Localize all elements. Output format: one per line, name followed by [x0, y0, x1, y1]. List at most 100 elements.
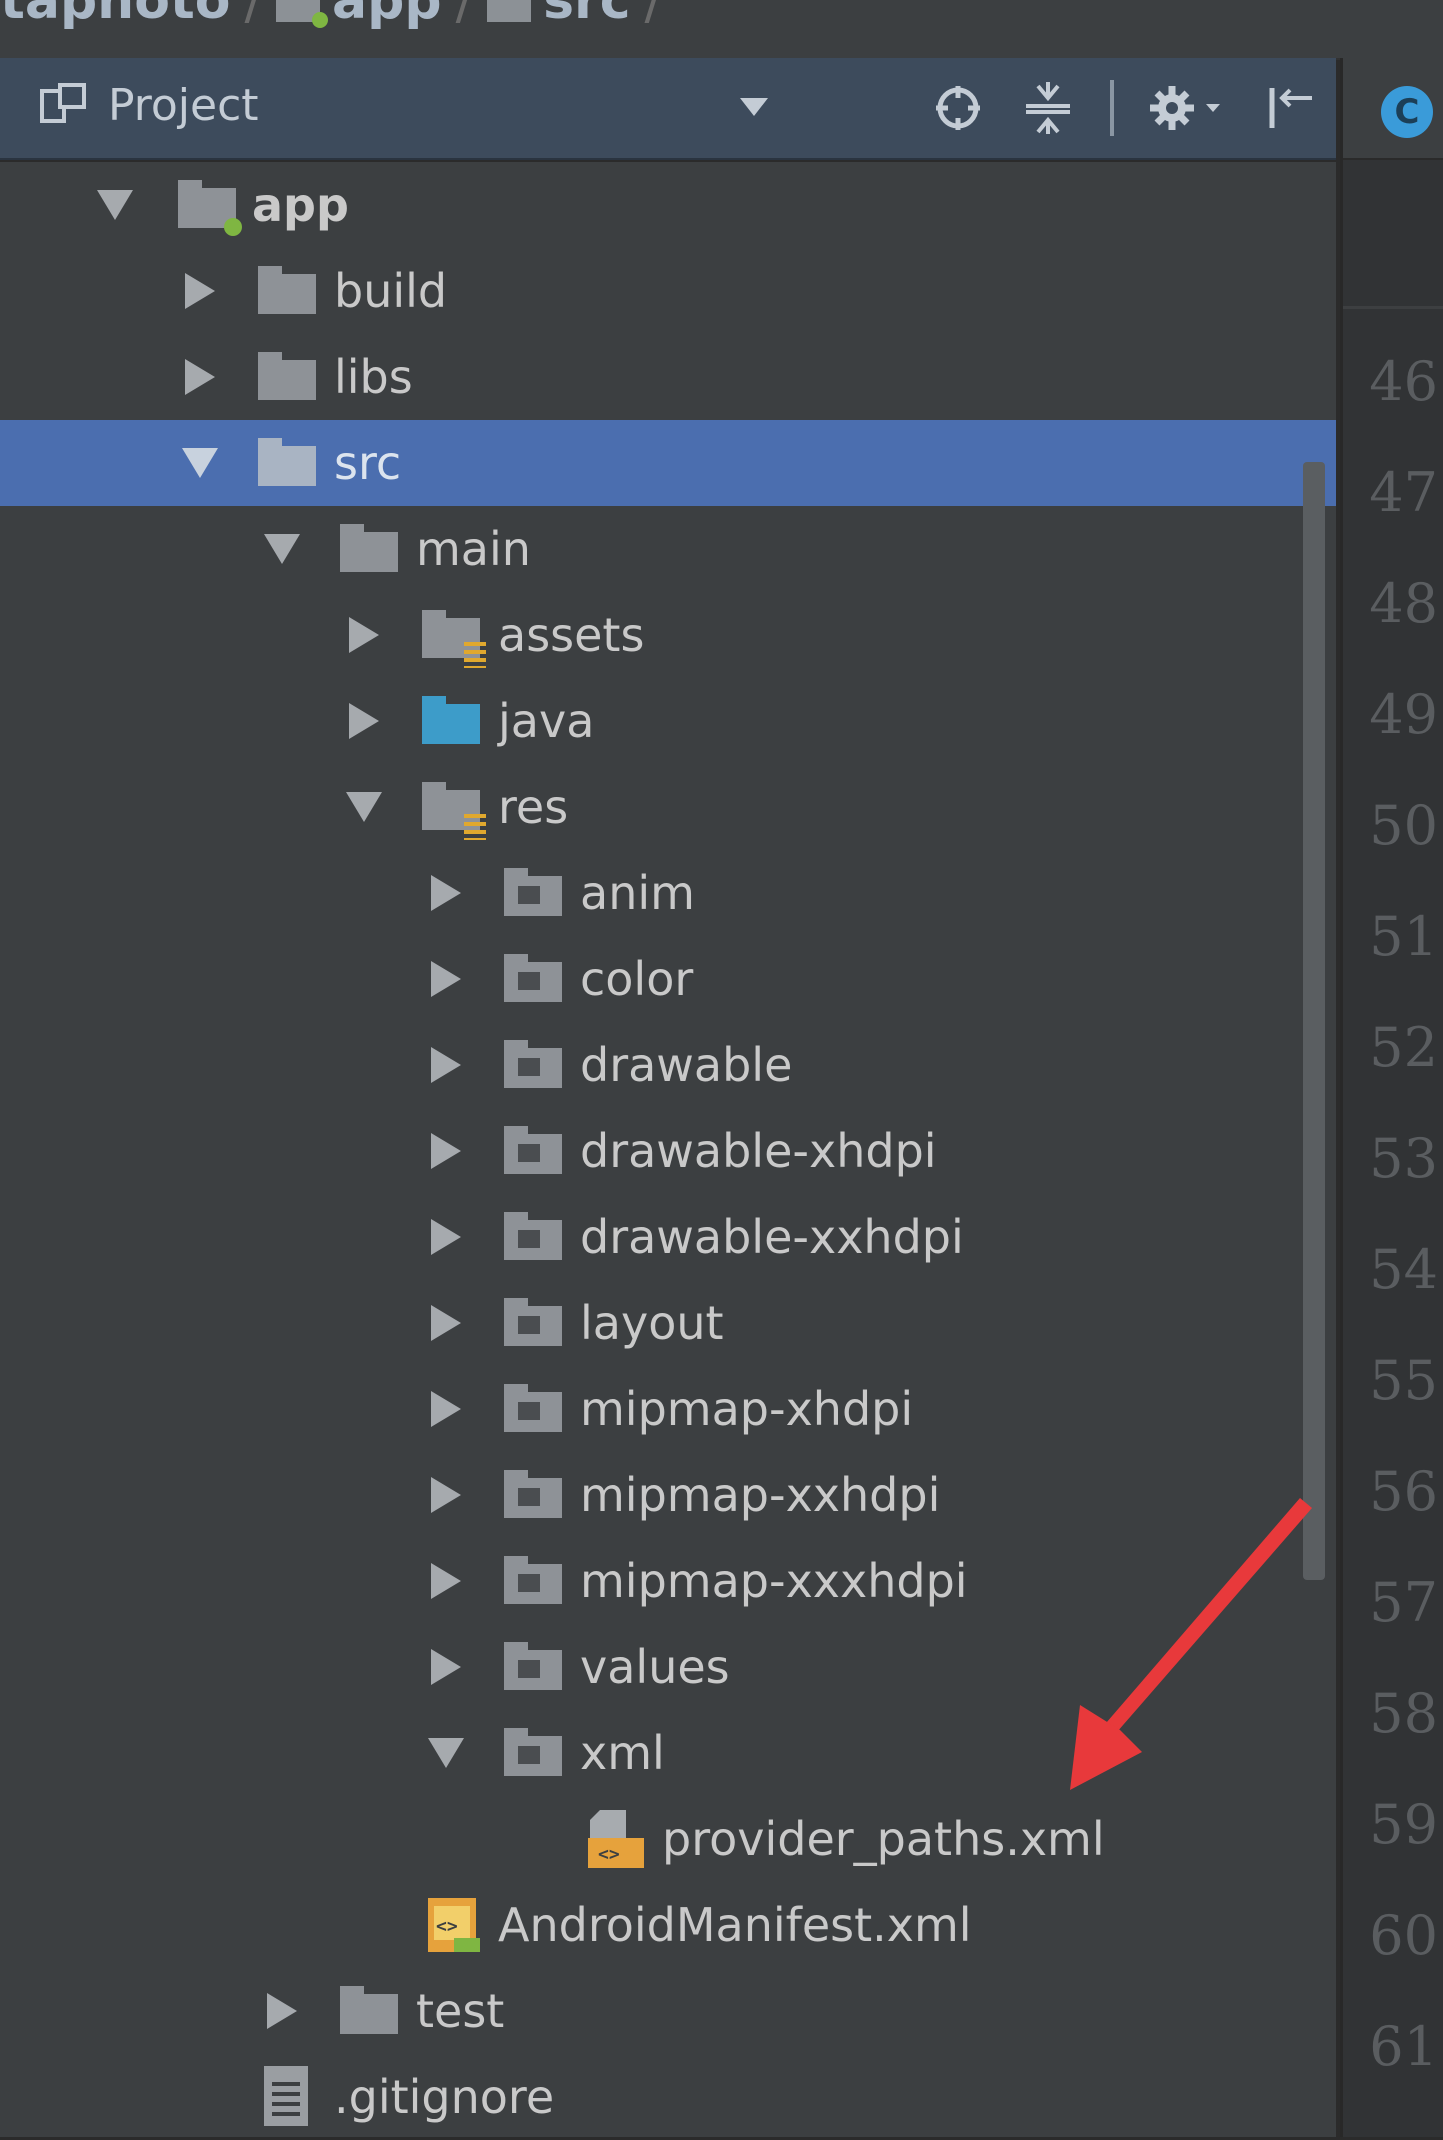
tree-node-label: provider_paths.xml	[662, 1812, 1105, 1866]
folder-icon	[258, 352, 320, 402]
tree-node-color[interactable]: color	[0, 936, 1336, 1022]
text-file-icon	[258, 2066, 320, 2126]
tree-node-assets[interactable]: assets	[0, 592, 1336, 678]
expand-arrow-icon[interactable]	[426, 1647, 466, 1687]
resource-folder-icon	[422, 610, 486, 668]
expand-arrow-icon[interactable]	[426, 1045, 466, 1085]
tree-node-android-manifest[interactable]: <> AndroidManifest.xml	[0, 1882, 1336, 1968]
tree-node-test[interactable]: test	[0, 1968, 1336, 2054]
line-number: 50	[1369, 794, 1438, 857]
class-icon: C	[1381, 86, 1433, 138]
tree-node-app[interactable]: app	[0, 162, 1336, 248]
folder-icon	[504, 1298, 566, 1348]
tree-node-drawable-xxhdpi[interactable]: drawable-xxhdpi	[0, 1194, 1336, 1280]
hide-icon[interactable]	[1262, 80, 1318, 136]
manifest-file-icon: <>	[422, 1898, 484, 1952]
folder-icon	[258, 438, 320, 488]
tree-node-label: xml	[580, 1726, 665, 1780]
tree-node-drawable-xhdpi[interactable]: drawable-xhdpi	[0, 1108, 1336, 1194]
folder-icon	[340, 524, 402, 574]
tree-node-java[interactable]: java	[0, 678, 1336, 764]
line-number-gutter: 46 47 48 49 50 51 52 53 54 55 56 57 58 5…	[1343, 326, 1443, 2102]
expand-arrow-icon[interactable]	[180, 271, 220, 311]
view-dropdown-arrow-icon[interactable]	[740, 98, 768, 116]
module-folder-icon	[276, 0, 329, 28]
tree-node-provider-paths-xml[interactable]: <> provider_paths.xml	[0, 1796, 1336, 1882]
breadcrumb-item-src[interactable]: src	[487, 0, 631, 31]
tree-node-label: layout	[580, 1296, 724, 1350]
line-number: 47	[1369, 461, 1438, 524]
folder-icon	[504, 954, 566, 1004]
tree-node-layout[interactable]: layout	[0, 1280, 1336, 1366]
tree-node-label: values	[580, 1640, 730, 1694]
tree-node-mipmap-xhdpi[interactable]: mipmap-xhdpi	[0, 1366, 1336, 1452]
tree-node-label: java	[498, 694, 595, 748]
tree-node-label: build	[334, 264, 448, 318]
line-number: 56	[1369, 1460, 1438, 1523]
folder-icon	[504, 1212, 566, 1262]
view-selector[interactable]: Project	[40, 80, 259, 131]
collapse-arrow-icon[interactable]	[344, 787, 384, 827]
folder-icon	[504, 868, 566, 918]
line-number: 53	[1369, 1127, 1438, 1190]
settings-icon[interactable]	[1148, 80, 1228, 136]
editor-divider	[1343, 306, 1443, 309]
tree-node-res[interactable]: res	[0, 764, 1336, 850]
folder-icon	[258, 266, 320, 316]
editor-tab[interactable]: C	[1343, 58, 1443, 160]
expand-arrow-icon[interactable]	[426, 959, 466, 999]
tree-node-label: src	[334, 436, 402, 490]
tree-node-label: test	[416, 1984, 505, 2038]
expand-arrow-icon[interactable]	[426, 1389, 466, 1429]
expand-arrow-icon[interactable]	[426, 873, 466, 913]
expand-arrow-icon[interactable]	[426, 1217, 466, 1257]
collapse-all-icon[interactable]	[1020, 80, 1076, 136]
breadcrumb-item-app[interactable]: app	[276, 0, 442, 31]
breadcrumb-label: tapnoto	[0, 0, 231, 31]
expand-arrow-icon[interactable]	[180, 357, 220, 397]
module-folder-icon	[178, 180, 242, 236]
folder-icon	[504, 1728, 566, 1778]
project-view-icon	[40, 82, 86, 129]
tree-scrollbar[interactable]	[1303, 462, 1325, 1580]
collapse-arrow-icon[interactable]	[426, 1733, 466, 1773]
tree-node-label: mipmap-xhdpi	[580, 1382, 914, 1436]
collapse-arrow-icon[interactable]	[95, 185, 135, 225]
tree-node-label: color	[580, 952, 694, 1006]
line-number: 49	[1369, 683, 1438, 746]
breadcrumb-separator: /	[455, 0, 474, 31]
line-number: 46	[1369, 350, 1438, 413]
expand-arrow-icon[interactable]	[426, 1303, 466, 1343]
line-number: 55	[1369, 1349, 1438, 1412]
tree-node-anim[interactable]: anim	[0, 850, 1336, 936]
xml-file-icon: <>	[584, 1810, 646, 1868]
tree-node-label: mipmap-xxhdpi	[580, 1468, 941, 1522]
expand-arrow-icon[interactable]	[426, 1561, 466, 1601]
breadcrumb-label: src	[543, 0, 631, 31]
tree-node-label: drawable-xhdpi	[580, 1124, 937, 1178]
tree-node-libs[interactable]: libs	[0, 334, 1336, 420]
expand-arrow-icon[interactable]	[344, 701, 384, 741]
expand-arrow-icon[interactable]	[426, 1131, 466, 1171]
tool-window-toolbar	[930, 78, 1318, 138]
tree-node-build[interactable]: build	[0, 248, 1336, 334]
folder-icon	[340, 1986, 402, 2036]
tree-node-drawable[interactable]: drawable	[0, 1022, 1336, 1108]
tree-node-label: app	[252, 178, 349, 232]
tree-node-label: libs	[334, 350, 413, 404]
expand-arrow-icon[interactable]	[262, 1991, 302, 2031]
line-number: 59	[1369, 1793, 1438, 1856]
collapse-arrow-icon[interactable]	[262, 529, 302, 569]
annotation-arrow-icon	[1070, 1498, 1312, 1790]
collapse-arrow-icon[interactable]	[180, 443, 220, 483]
expand-arrow-icon[interactable]	[344, 615, 384, 655]
tree-node-src[interactable]: src	[0, 420, 1336, 506]
locate-icon[interactable]	[930, 80, 986, 136]
folder-icon	[487, 0, 532, 22]
folder-icon	[504, 1126, 566, 1176]
tree-node-gitignore[interactable]: .gitignore	[0, 2054, 1336, 2140]
breadcrumb-item-project[interactable]: tapnoto	[0, 0, 231, 31]
tree-node-main[interactable]: main	[0, 506, 1336, 592]
tree-node-label: anim	[580, 866, 695, 920]
expand-arrow-icon[interactable]	[426, 1475, 466, 1515]
